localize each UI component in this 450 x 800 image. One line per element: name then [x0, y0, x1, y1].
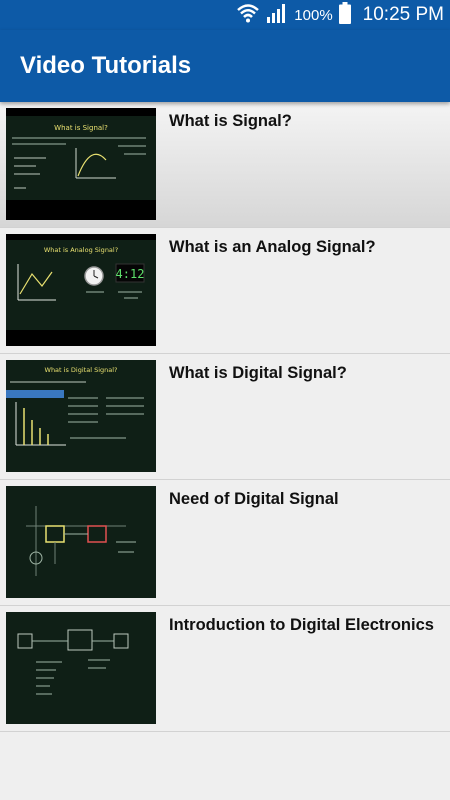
video-title[interactable]: What is Signal?: [169, 112, 292, 131]
app-bar: Video Tutorials: [0, 30, 450, 102]
video-item-analog-signal[interactable]: What is Analog Signal? 4:12 What is an A…: [0, 228, 450, 354]
video-item-intro-digital-electronics[interactable]: Introduction to Digital Electronics: [0, 606, 450, 732]
thumb-heading: What is Analog Signal?: [44, 246, 118, 254]
status-clock: 10:25 PM: [362, 4, 444, 25]
battery-icon: [338, 1, 351, 29]
video-item-what-is-signal[interactable]: What is Signal? What is Signal?: [0, 102, 450, 228]
video-title[interactable]: Introduction to Digital Electronics: [169, 616, 434, 635]
wifi-icon: [236, 2, 260, 29]
video-thumbnail[interactable]: What is Signal?: [6, 108, 156, 220]
video-title[interactable]: Need of Digital Signal: [169, 490, 339, 509]
status-bar: 100% 10:25 PM: [0, 0, 450, 30]
page-title: Video Tutorials: [20, 52, 192, 79]
video-thumbnail[interactable]: What is Digital Signal?: [6, 360, 156, 472]
battery-percent: 100%: [294, 6, 333, 24]
video-list[interactable]: What is Signal? What is Signal? What is …: [0, 102, 450, 732]
video-item-need-of-digital-signal[interactable]: Need of Digital Signal: [0, 480, 450, 606]
thumb-heading: What is Signal?: [54, 124, 108, 132]
video-thumbnail[interactable]: What is Analog Signal? 4:12: [6, 234, 156, 346]
thumb-heading: What is Digital Signal?: [45, 366, 118, 374]
thumb-digital-clock: 4:12: [116, 267, 145, 281]
status-icons: 100% 10:25 PM: [236, 0, 444, 30]
video-thumbnail[interactable]: [6, 612, 156, 724]
signal-icon: [266, 2, 288, 29]
video-title[interactable]: What is an Analog Signal?: [169, 238, 376, 257]
video-thumbnail[interactable]: [6, 486, 156, 598]
video-title[interactable]: What is Digital Signal?: [169, 364, 347, 383]
video-item-digital-signal[interactable]: What is Digital Signal? What is Digital: [0, 354, 450, 480]
